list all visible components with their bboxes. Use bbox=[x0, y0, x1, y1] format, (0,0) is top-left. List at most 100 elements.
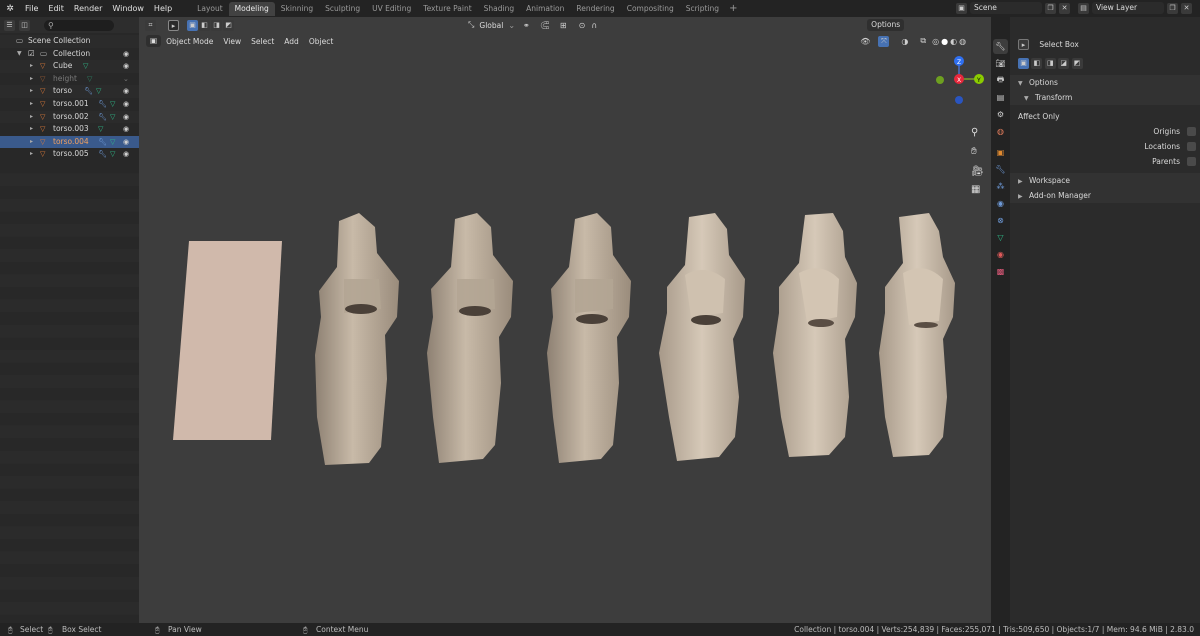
new-view-layer-icon[interactable]: ❐ bbox=[1167, 2, 1178, 14]
options-panel-header[interactable]: ▼ Options bbox=[1010, 75, 1200, 90]
tab-scripting[interactable]: Scripting bbox=[680, 2, 725, 16]
torso-002-mesh[interactable] bbox=[547, 213, 631, 463]
expand-arrow-icon[interactable]: ▸ bbox=[30, 73, 33, 86]
tool-tab-icon[interactable]: 🔧︎ bbox=[993, 39, 1008, 54]
eye-icon[interactable]: ◉ bbox=[123, 123, 129, 136]
expand-arrow-icon[interactable]: ▸ bbox=[30, 85, 33, 98]
tab-sculpting[interactable]: Sculpting bbox=[319, 2, 366, 16]
parents-row[interactable]: Parents bbox=[1010, 154, 1200, 169]
expand-arrow-icon[interactable]: ▸ bbox=[30, 148, 33, 161]
material-tab-icon[interactable]: ◉ bbox=[993, 247, 1008, 262]
eye-icon[interactable]: ◉ bbox=[123, 148, 129, 161]
origins-checkbox[interactable] bbox=[1187, 127, 1196, 136]
view-layer-icon[interactable]: ▤ bbox=[1078, 2, 1089, 14]
particles-tab-icon[interactable]: ⁂ bbox=[993, 179, 1008, 194]
mesh-data-icon: ▽ bbox=[87, 74, 93, 83]
menu-render[interactable]: Render bbox=[69, 0, 107, 17]
locations-checkbox[interactable] bbox=[1187, 142, 1196, 151]
menu-window[interactable]: Window bbox=[107, 0, 149, 17]
expand-arrow-icon[interactable]: ▼ bbox=[17, 48, 22, 61]
tab-layout[interactable]: Layout bbox=[191, 2, 229, 16]
delete-scene-icon[interactable]: ✕ bbox=[1059, 2, 1070, 14]
locations-row[interactable]: Locations bbox=[1010, 139, 1200, 154]
mesh-data-tab-icon[interactable]: ▽ bbox=[993, 230, 1008, 245]
torso-mesh[interactable] bbox=[315, 213, 399, 465]
editor-type-icon[interactable]: ☰ bbox=[4, 19, 15, 31]
tab-skinning[interactable]: Skinning bbox=[275, 2, 319, 16]
outliner-row-collection[interactable]: ▼ ☑ ▭ Collection ◉ bbox=[0, 48, 139, 61]
eye-icon[interactable]: ◉ bbox=[123, 136, 129, 149]
modifier-tab-icon[interactable]: 🔧︎ bbox=[993, 162, 1008, 177]
outliner-search-input[interactable]: ⚲ bbox=[44, 19, 114, 31]
world-tab-icon[interactable]: ◍ bbox=[993, 124, 1008, 139]
expand-arrow-icon[interactable]: ▸ bbox=[30, 98, 33, 111]
scene-field[interactable]: Scene bbox=[970, 2, 1042, 14]
render-tab-icon[interactable]: 📷︎ bbox=[993, 56, 1008, 71]
outliner-row-height[interactable]: ▸ ▽ height ▽ ⌄ bbox=[0, 73, 139, 86]
view-layer-tab-icon[interactable]: ▤ bbox=[993, 90, 1008, 105]
cube-plane[interactable] bbox=[173, 241, 282, 440]
checkbox-icon[interactable]: ☑ bbox=[28, 48, 35, 61]
expand-arrow-icon[interactable]: ▸ bbox=[30, 123, 33, 136]
addon-manager-panel-header[interactable]: ▶ Add-on Manager bbox=[1010, 188, 1200, 203]
mode-difference-icon[interactable]: ◪ bbox=[1058, 58, 1070, 69]
eye-icon[interactable]: ◉ bbox=[123, 111, 129, 124]
outliner-row-torso-004[interactable]: ▸ ▽ torso.004 🔧︎ ▽ ◉ bbox=[0, 135, 139, 149]
menu-file[interactable]: File bbox=[20, 0, 43, 17]
outliner-row-torso[interactable]: ▸ ▽ torso 🔧︎ ▽ ◉ bbox=[0, 85, 139, 98]
outliner-row-cube[interactable]: ▸ ▽ Cube ▽ ◉ bbox=[0, 60, 139, 73]
eye-icon[interactable]: ◉ bbox=[123, 60, 129, 73]
origins-row[interactable]: Origins bbox=[1010, 124, 1200, 139]
locations-label: Locations bbox=[1144, 142, 1180, 151]
tab-uv-editing[interactable]: UV Editing bbox=[366, 2, 417, 16]
torso-003-mesh[interactable] bbox=[659, 213, 745, 461]
tab-shading[interactable]: Shading bbox=[478, 2, 520, 16]
outliner-row-torso-002[interactable]: ▸ ▽ torso.002 🔧︎ ▽ ◉ bbox=[0, 110, 139, 124]
mode-subtract-icon[interactable]: ◨ bbox=[1044, 58, 1056, 69]
expand-arrow-icon[interactable]: ▸ bbox=[30, 136, 33, 149]
scene-icon[interactable]: ▣ bbox=[956, 2, 967, 14]
expand-arrow-icon[interactable]: ▸ bbox=[30, 111, 33, 124]
outliner-header: ☰ ◫ ⚲ bbox=[0, 17, 139, 33]
torso-005-mesh[interactable] bbox=[879, 213, 955, 457]
outliner-row-scene-collection[interactable]: ▭ Scene Collection bbox=[0, 35, 139, 48]
menu-edit[interactable]: Edit bbox=[43, 0, 69, 17]
delete-view-layer-icon[interactable]: ✕ bbox=[1181, 2, 1192, 14]
menu-help[interactable]: Help bbox=[149, 0, 177, 17]
tab-animation[interactable]: Animation bbox=[520, 2, 570, 16]
object-tab-icon[interactable]: ▣ bbox=[993, 145, 1008, 160]
mode-intersect-icon[interactable]: ◩ bbox=[1071, 58, 1083, 69]
blender-logo-icon[interactable]: ✲ bbox=[0, 4, 20, 14]
add-workspace-icon[interactable]: + bbox=[725, 3, 741, 14]
active-tool-row[interactable]: ▸ Select Box bbox=[1010, 35, 1200, 55]
torso-004-mesh[interactable] bbox=[773, 213, 857, 457]
eye-hidden-icon[interactable]: ⌄ bbox=[123, 73, 129, 86]
workspace-panel-header[interactable]: ▶ Workspace bbox=[1010, 173, 1200, 188]
torso-001-mesh[interactable] bbox=[427, 213, 513, 463]
constraints-tab-icon[interactable]: ⊗ bbox=[993, 213, 1008, 228]
mode-extend-icon[interactable]: ◧ bbox=[1031, 58, 1043, 69]
transform-subpanel-header[interactable]: ▼ Transform bbox=[1010, 90, 1200, 105]
texture-tab-icon[interactable]: ▩ bbox=[993, 264, 1008, 279]
physics-tab-icon[interactable]: ◉ bbox=[993, 196, 1008, 211]
object-label: torso.002 bbox=[53, 111, 89, 121]
tab-compositing[interactable]: Compositing bbox=[621, 2, 680, 16]
3d-viewport[interactable]: ⌗ ▸ ▣ ◧ ◨ ◩ ⤡ Global ⌄ ⚭ 🧲︎ ⊞ ⊙ ∩ Option… bbox=[139, 17, 991, 623]
view-layer-field[interactable]: View Layer bbox=[1092, 2, 1164, 14]
output-tab-icon[interactable]: 🖶︎ bbox=[993, 73, 1008, 88]
outliner-row-torso-001[interactable]: ▸ ▽ torso.001 🔧︎ ▽ ◉ bbox=[0, 98, 139, 111]
display-mode-icon[interactable]: ◫ bbox=[19, 19, 30, 31]
parents-checkbox[interactable] bbox=[1187, 157, 1196, 166]
mode-new-icon[interactable]: ▣ bbox=[1018, 58, 1029, 69]
tab-texture-paint[interactable]: Texture Paint bbox=[417, 2, 477, 16]
new-scene-icon[interactable]: ❐ bbox=[1045, 2, 1056, 14]
eye-icon[interactable]: ◉ bbox=[123, 98, 129, 111]
eye-icon[interactable]: ◉ bbox=[123, 85, 129, 98]
outliner-row-torso-003[interactable]: ▸ ▽ torso.003 ▽ ◉ bbox=[0, 123, 139, 136]
outliner-row-torso-005[interactable]: ▸ ▽ torso.005 🔧︎ ▽ ◉ bbox=[0, 148, 139, 161]
tab-rendering[interactable]: Rendering bbox=[570, 2, 620, 16]
eye-icon[interactable]: ◉ bbox=[123, 48, 129, 61]
tab-modeling[interactable]: Modeling bbox=[228, 1, 275, 16]
expand-arrow-icon[interactable]: ▸ bbox=[30, 60, 33, 73]
scene-tab-icon[interactable]: ⚙ bbox=[993, 107, 1008, 122]
